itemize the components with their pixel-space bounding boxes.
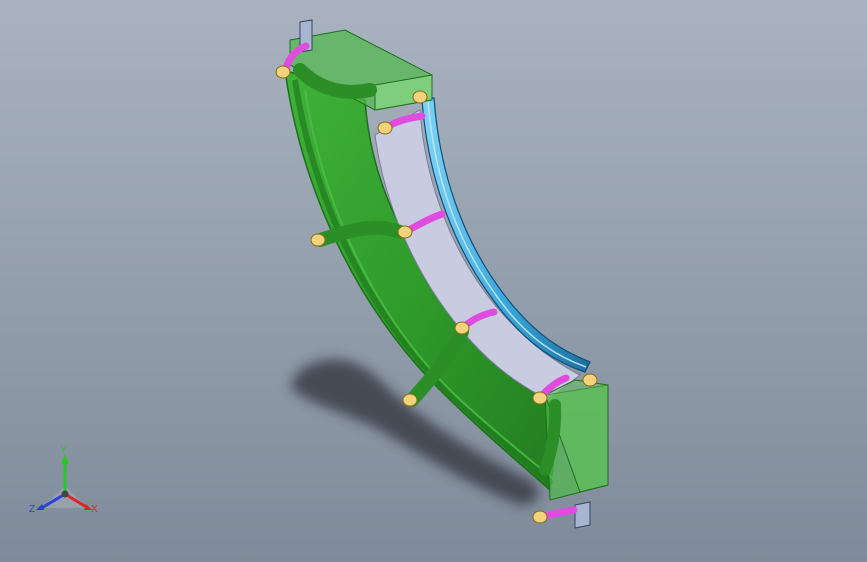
bearing-2	[412, 90, 428, 104]
bearing-5	[310, 233, 326, 247]
bearing-6	[454, 321, 470, 335]
bearing-4	[397, 225, 413, 239]
y-axis-label: Y	[60, 445, 67, 456]
bearing-1	[275, 65, 291, 79]
triad-origin	[61, 490, 69, 498]
bearing-8	[582, 373, 598, 387]
model-viewport[interactable]: Y X Z	[0, 0, 867, 562]
bearing-3	[377, 121, 393, 135]
bearing-9	[402, 393, 418, 407]
bearing-10	[532, 510, 548, 524]
orientation-triad[interactable]: Y X Z	[20, 446, 110, 526]
bearing-7	[532, 391, 548, 405]
z-axis-label: Z	[29, 504, 36, 515]
model-scene[interactable]	[0, 0, 867, 562]
z-axis-head	[36, 504, 44, 510]
x-axis-label: X	[91, 504, 98, 515]
bottom-mount-tab	[574, 501, 591, 529]
